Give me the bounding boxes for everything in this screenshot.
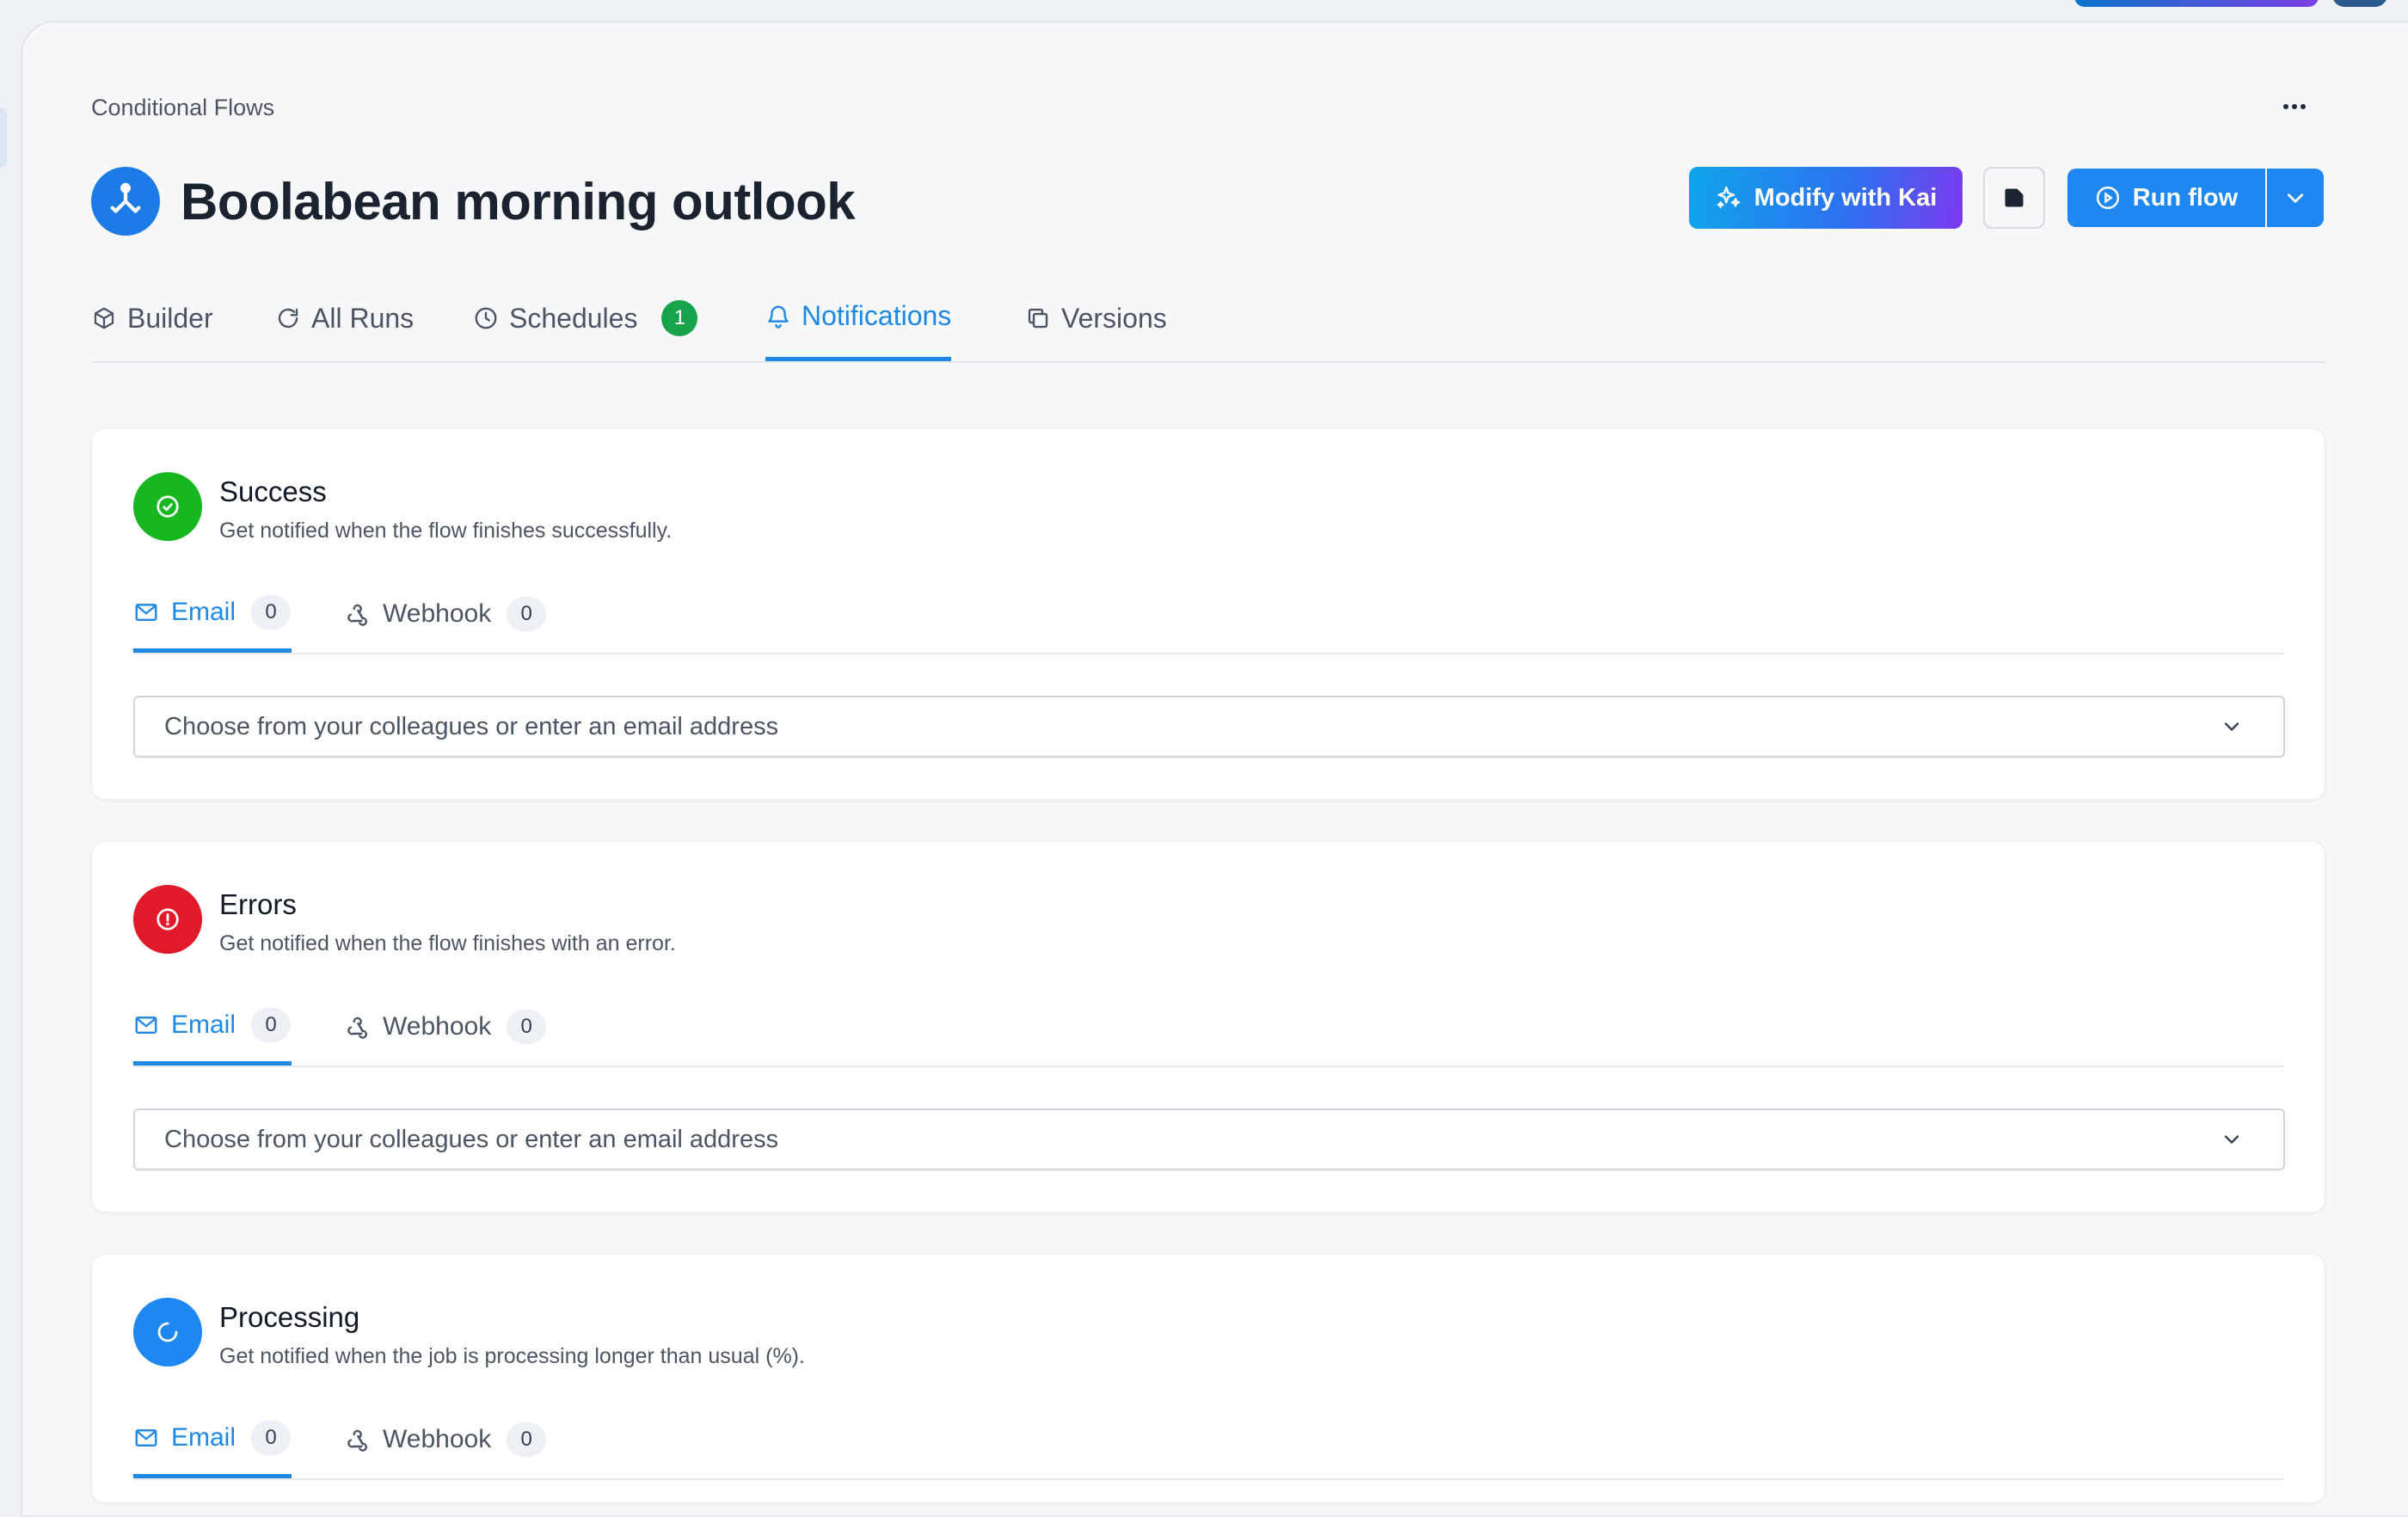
tab-webhook[interactable]: Webhook 0 (343, 1401, 547, 1478)
webhook-icon (347, 1429, 367, 1452)
play-circle-icon (2096, 186, 2119, 210)
notification-card-processing: Processing Get notified when the job is … (91, 1254, 2325, 1503)
tab-label: Versions (1061, 302, 1167, 334)
clock-icon (475, 307, 497, 329)
tab-email[interactable]: Email 0 (133, 1401, 292, 1478)
flow-tabs: Builder All Runs Schedules 1 Notificatio… (91, 275, 2325, 363)
mail-icon (135, 1428, 157, 1446)
title-row: Boolabean morning outlook (91, 165, 856, 237)
email-recipient-select[interactable]: Choose from your colleagues or enter an … (133, 696, 2285, 758)
webhook-count-badge: 0 (507, 597, 547, 631)
notification-card-errors: Errors Get notified when the flow finish… (91, 841, 2325, 1213)
schedules-count-badge: 1 (661, 300, 698, 336)
email-select-placeholder: Choose from your colleagues or enter an … (164, 712, 779, 740)
tab-all-runs[interactable]: All Runs (275, 275, 414, 361)
webhook-count-badge: 0 (507, 1010, 547, 1044)
email-count-badge: 0 (251, 594, 292, 630)
tab-versions[interactable]: Versions (1025, 275, 1167, 361)
save-icon (2005, 188, 2024, 207)
email-count-badge: 0 (251, 1007, 292, 1042)
notification-card-success: Success Get notified when the flow finis… (91, 428, 2325, 800)
error-alert-icon (133, 885, 202, 954)
card-title: Processing (219, 1301, 360, 1333)
card-title: Errors (219, 888, 297, 920)
email-count-badge: 0 (251, 1420, 292, 1455)
sparkles-icon (1717, 186, 1740, 208)
top-avatar-edge[interactable] (2332, 0, 2387, 7)
mail-icon (135, 1016, 157, 1034)
top-gradient-button-edge[interactable] (2074, 0, 2319, 7)
chevron-down-icon (2224, 722, 2239, 731)
webhook-count-badge: 0 (507, 1422, 547, 1457)
tab-label: All Runs (311, 302, 415, 334)
save-button[interactable] (1983, 167, 2045, 229)
cube-icon (94, 307, 114, 329)
card-description: Get notified when the job is processing … (219, 1344, 805, 1368)
mail-icon (135, 603, 157, 621)
channel-tabs: Email 0 Webhook 0 (133, 988, 2285, 1067)
card-title: Success (219, 476, 327, 507)
tab-webhook[interactable]: Webhook 0 (343, 988, 547, 1066)
bell-icon (768, 305, 789, 329)
card-description: Get notified when the flow finishes succ… (219, 519, 673, 543)
webhook-icon (347, 1016, 367, 1039)
more-options-button[interactable] (2277, 86, 2312, 127)
success-check-icon (133, 472, 202, 541)
email-select-placeholder: Choose from your colleagues or enter an … (164, 1125, 779, 1153)
loading-spinner-icon (133, 1298, 202, 1367)
webhook-tab-label: Webhook (383, 599, 492, 628)
tab-email[interactable]: Email 0 (133, 988, 292, 1066)
tab-webhook[interactable]: Webhook 0 (343, 575, 547, 653)
webhook-tab-label: Webhook (383, 1425, 492, 1453)
run-flow-label: Run flow (2132, 183, 2239, 212)
tab-builder[interactable]: Builder (91, 275, 213, 361)
refresh-icon (278, 308, 298, 329)
run-flow-button[interactable]: Run flow (2067, 169, 2265, 227)
run-options-dropdown[interactable] (2267, 169, 2324, 227)
card-description: Get notified when the flow finishes with… (219, 931, 676, 955)
email-tab-label: Email (171, 597, 236, 626)
email-tab-label: Email (171, 1010, 236, 1039)
sidebar-edge (0, 107, 7, 168)
webhook-icon (347, 604, 367, 626)
channel-tabs: Email 0 Webhook 0 (133, 1401, 2285, 1480)
modify-with-kai-label: Modify with Kai (1754, 183, 1938, 212)
email-recipient-select[interactable]: Choose from your colleagues or enter an … (133, 1109, 2285, 1170)
tab-label: Builder (127, 302, 213, 334)
breadcrumb[interactable]: Conditional Flows (91, 95, 274, 121)
ellipsis-icon (2283, 104, 2306, 109)
modify-with-kai-button[interactable]: Modify with Kai (1689, 167, 1963, 229)
channel-tabs: Email 0 Webhook 0 (133, 575, 2285, 654)
tab-schedules[interactable]: Schedules 1 (473, 275, 698, 361)
tab-label: Schedules (509, 302, 638, 334)
flow-branch-icon (91, 167, 160, 236)
email-tab-label: Email (171, 1422, 236, 1452)
chevron-down-icon (2288, 193, 2303, 203)
tab-email[interactable]: Email 0 (133, 575, 292, 653)
chevron-down-icon (2224, 1135, 2239, 1144)
tab-notifications[interactable]: Notifications (765, 275, 952, 361)
page-title: Boolabean morning outlook (181, 172, 856, 230)
copy-icon (1028, 308, 1048, 329)
webhook-tab-label: Webhook (383, 1012, 492, 1041)
tab-label: Notifications (802, 300, 952, 331)
